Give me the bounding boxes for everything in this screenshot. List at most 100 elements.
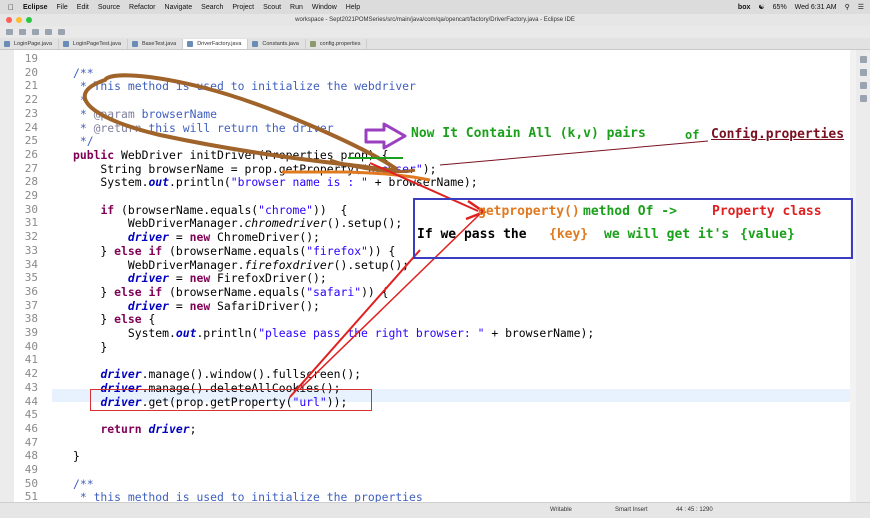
code-line[interactable]: } else { (73, 312, 155, 326)
menu-navigate[interactable]: Navigate (165, 4, 193, 11)
line-number: 19 (24, 52, 38, 65)
wifi-icon[interactable]: ☯ (758, 3, 764, 11)
task-list-icon[interactable] (859, 69, 867, 76)
note-contain-pairs: Now It Contain All (k,v) pairs (411, 126, 646, 141)
line-number: 30 (24, 202, 38, 216)
line-number: 31 (24, 216, 38, 230)
code-line[interactable]: } else if (browserName.equals("firefox")… (73, 244, 395, 258)
line-number: 50 (24, 476, 38, 490)
status-writable: Writable (550, 507, 572, 513)
code-line[interactable]: if (browserName.equals("chrome")) { (73, 203, 347, 217)
tab-label: BaseTest.java (141, 41, 177, 47)
menu-edit[interactable]: Edit (77, 4, 89, 11)
code-line[interactable]: System.out.println("browser name is : " … (73, 175, 477, 190)
code-token: System. (73, 175, 149, 190)
tab-loginpagetest[interactable]: LoginPageTest.java (59, 39, 128, 49)
menu-window[interactable]: Window (312, 4, 337, 11)
code-line[interactable]: driver.manage().window().fullscreen(); (73, 367, 361, 381)
code-token: WebDriver initDriver(Properties prop) { (114, 147, 389, 162)
properties-file-icon (309, 41, 316, 47)
box-icon[interactable]: box (738, 4, 750, 11)
code-line[interactable]: * @param browserName (73, 107, 217, 121)
code-token: * (73, 93, 87, 108)
code-line[interactable]: driver = new SafariDriver(); (73, 299, 320, 313)
line-number: 20 (24, 65, 38, 79)
search-icon[interactable]: ⚲ (845, 3, 850, 11)
code-token: = (169, 230, 190, 245)
tab-basetest[interactable]: BaseTest.java (128, 39, 184, 49)
tab-config-properties[interactable]: config.properties (306, 39, 368, 49)
java-file-icon (131, 41, 138, 47)
save-icon[interactable] (19, 29, 26, 35)
menu-source[interactable]: Source (98, 4, 120, 11)
menu-file[interactable]: File (57, 4, 68, 11)
line-number: 36 (24, 284, 38, 298)
mac-menubar:  Eclipse File Edit Source Refactor Navi… (0, 0, 870, 14)
code-line[interactable]: * This method is used to initialize the … (73, 79, 416, 93)
code-line[interactable]: } else if (browserName.equals("safari"))… (73, 285, 388, 299)
minimize-window-button[interactable] (16, 17, 22, 23)
code-line[interactable]: WebDriverManager.firefoxdriver().setup()… (73, 258, 409, 272)
zoom-window-button[interactable] (26, 17, 32, 23)
tab-driverfactory[interactable]: DriverFactory.java (183, 39, 249, 49)
code-token: driver (100, 367, 142, 382)
code-line[interactable]: public WebDriver initDriver(Properties p… (73, 148, 388, 162)
search-toolbar-icon[interactable] (58, 29, 65, 35)
apple-icon[interactable]:  (8, 3, 14, 12)
code-line[interactable]: String browserName = prop.getProperty("b… (73, 162, 436, 176)
menu-run[interactable]: Run (290, 4, 303, 11)
code-token: */ (73, 134, 94, 149)
code-line[interactable]: * (73, 93, 87, 107)
line-number: 49 (24, 463, 38, 476)
run-icon[interactable] (45, 29, 52, 35)
menu-eclipse[interactable]: Eclipse (23, 4, 48, 11)
clock-label[interactable]: Wed 6:31 AM (795, 4, 837, 11)
code-token: WebDriverManager. (73, 257, 245, 272)
code-line[interactable]: * @return this will return the driver (73, 121, 334, 135)
line-number: 26 (24, 147, 38, 161)
outline-icon[interactable] (859, 56, 867, 63)
menu-project[interactable]: Project (232, 4, 254, 11)
code-token: @return (93, 120, 142, 135)
code-line[interactable]: WebDriverManager.chromedriver().setup(); (73, 216, 402, 230)
console-icon[interactable] (859, 95, 867, 102)
problems-icon[interactable] (859, 82, 867, 89)
battery-label[interactable]: 65% (773, 4, 787, 11)
code-token: @param (93, 106, 135, 121)
line-number: 21 (24, 79, 38, 93)
menu-list-icon[interactable]: ☰ (858, 3, 864, 11)
tab-constants[interactable]: Constants.java (248, 39, 306, 49)
code-editor[interactable]: 19 20 21 22 23 24 25 26 27 28 29 30 31 32 33 34 35 36 37 38… (14, 50, 856, 504)
code-line[interactable]: /** (73, 66, 94, 80)
line-number: 41 (24, 353, 38, 367)
code-line[interactable]: return driver; (73, 422, 196, 436)
code-line[interactable]: /** (73, 477, 94, 491)
code-token: .println( (196, 326, 259, 340)
code-token: )) { (367, 243, 396, 258)
code-token: ; (189, 421, 197, 436)
code-line[interactable]: } (73, 449, 80, 463)
code-line[interactable]: driver = new FirefoxDriver(); (73, 271, 327, 285)
menu-refactor[interactable]: Refactor (129, 4, 155, 11)
note-method-of: method Of -> (583, 204, 677, 219)
code-line[interactable]: driver = new ChromeDriver(); (73, 230, 320, 244)
line-number: 34 (24, 257, 38, 271)
code-line[interactable]: */ (73, 134, 94, 148)
menu-help[interactable]: Help (346, 4, 360, 11)
tab-loginpage[interactable]: LoginPage.java (0, 39, 59, 49)
code-token: * (73, 120, 94, 135)
close-window-button[interactable] (6, 17, 12, 23)
debug-icon[interactable] (32, 29, 39, 35)
code-token: .println( (169, 175, 231, 190)
new-icon[interactable] (6, 29, 13, 35)
line-number: 22 (24, 93, 38, 107)
menu-scout[interactable]: Scout (263, 4, 281, 11)
java-file-icon (62, 41, 69, 47)
code-line[interactable]: } (73, 340, 107, 354)
code-line[interactable]: System.out.println("please pass the righ… (73, 326, 594, 340)
line-number: 37 (24, 298, 38, 312)
menu-search[interactable]: Search (201, 4, 223, 11)
